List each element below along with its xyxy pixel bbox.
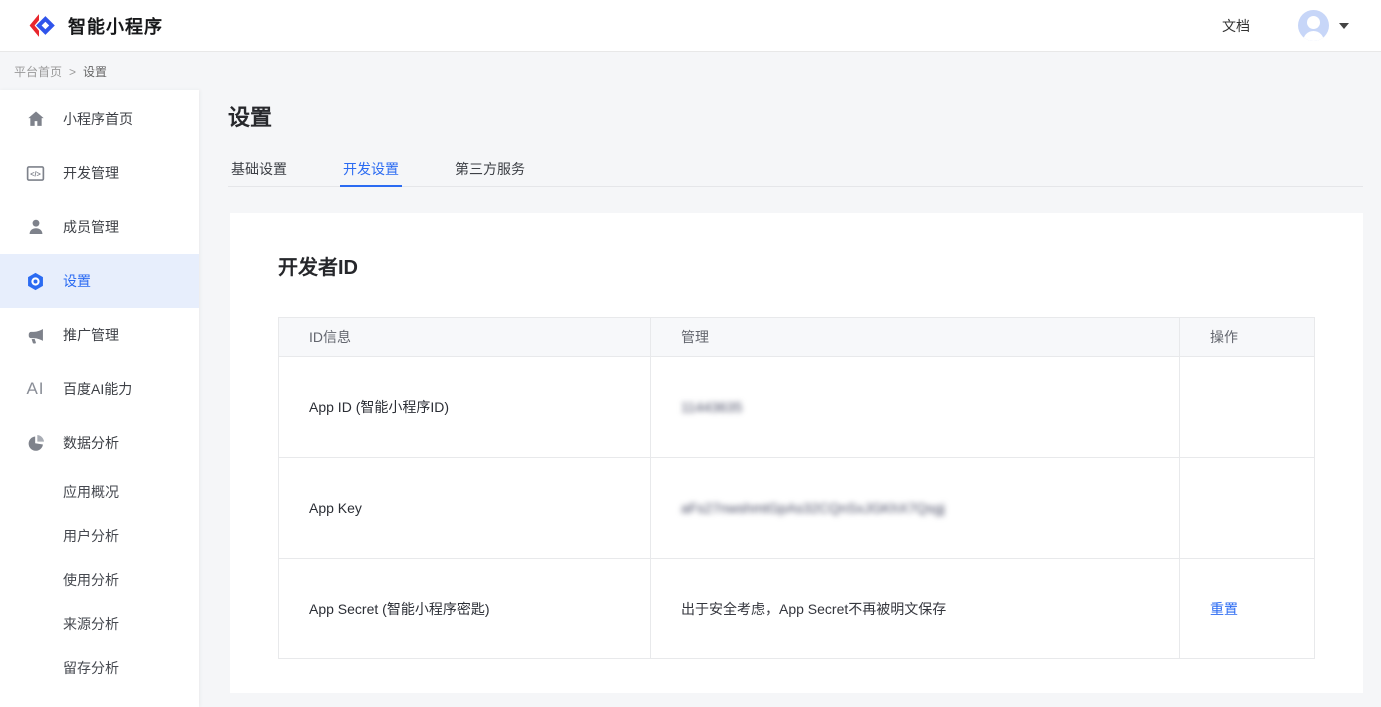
app-id-value-redacted: 11443635 [681,399,742,415]
top-header: 智能小程序 文档 [0,0,1381,52]
sidebar-nav: 小程序首页 </> 开发管理 成员管理 设置 [0,90,199,707]
sidebar-item-label: 设置 [63,271,91,291]
sidebar-item-members[interactable]: 成员管理 [0,200,199,254]
table-row-app-secret: App Secret (智能小程序密匙) 出于安全考虑，App Secret不再… [279,559,1314,658]
app-id-label: App ID (智能小程序ID) [309,397,449,417]
sidebar-item-baidu-ai[interactable]: AI 百度AI能力 [0,362,199,416]
sidebar-subitem-user-analysis[interactable]: 用户分析 [0,514,199,558]
home-icon [25,109,46,130]
breadcrumb-current: 设置 [83,63,107,80]
breadcrumb: 平台首页 > 设置 [0,53,1381,90]
tab-third-party-services[interactable]: 第三方服务 [452,151,528,186]
developer-id-table: ID信息 管理 操作 App ID (智能小程序ID) 11443635 App… [278,317,1315,659]
smartapp-logo-icon [27,12,57,39]
sidebar-item-label: 百度AI能力 [63,379,132,399]
sidebar-item-data-analysis[interactable]: 数据分析 [0,416,199,470]
pie-chart-icon [25,433,46,454]
developer-id-card: 开发者ID ID信息 管理 操作 App ID (智能小程序ID) 114436… [230,213,1363,693]
avatar-bust-shape [1303,31,1324,41]
sidebar-subitem-app-overview[interactable]: 应用概况 [0,470,199,514]
ai-icon: AI [25,379,46,400]
user-avatar[interactable] [1298,10,1329,41]
sidebar-subitem-source-analysis[interactable]: 来源分析 [0,602,199,646]
developer-id-heading: 开发者ID [278,251,358,280]
sidebar-item-home[interactable]: 小程序首页 [0,92,199,146]
app-id-action-cell [1180,357,1314,457]
table-row-app-key: App Key aFs27nwshmtGpAs32CQnSxJGKhX7Qsgj [279,458,1314,559]
chevron-down-icon[interactable] [1339,23,1349,29]
table-row-app-id: App ID (智能小程序ID) 11443635 [279,357,1314,458]
sidebar-item-label: 数据分析 [63,433,119,453]
tab-basic-settings[interactable]: 基础设置 [228,151,290,186]
reset-secret-button[interactable]: 重置 [1210,599,1238,619]
avatar-head-shape [1307,16,1320,29]
megaphone-icon [25,325,46,346]
app-key-value-redacted: aFs27nwshmtGpAs32CQnSxJGKhX7Qsgj [681,500,945,516]
sidebar-item-promotion[interactable]: 推广管理 [0,308,199,362]
table-header-actions: 操作 [1180,318,1314,356]
ai-icon-text: AI [26,379,44,399]
breadcrumb-platform-home[interactable]: 平台首页 [14,63,62,80]
app-secret-note: 出于安全考虑，App Secret不再被明文保存 [681,599,946,619]
app-key-action-cell [1180,458,1314,558]
code-icon: </> [25,163,46,184]
sidebar-item-dev-management[interactable]: </> 开发管理 [0,146,199,200]
brand-logo[interactable]: 智能小程序 [27,12,163,39]
table-header-row: ID信息 管理 操作 [279,318,1314,357]
breadcrumb-separator: > [69,65,76,79]
brand-title: 智能小程序 [68,13,163,39]
sidebar-item-label: 成员管理 [63,217,119,237]
table-header-management: 管理 [651,318,1180,356]
header-right: 文档 [1222,10,1349,41]
table-header-id-info: ID信息 [279,318,651,356]
members-icon [25,217,46,238]
sidebar-subitem-usage-analysis[interactable]: 使用分析 [0,558,199,602]
tab-dev-settings[interactable]: 开发设置 [340,151,402,186]
page-title: 设置 [228,100,272,132]
svg-text:</>: </> [30,169,41,178]
sidebar-item-label: 小程序首页 [63,109,133,129]
sidebar-item-label: 推广管理 [63,325,119,345]
app-key-label: App Key [309,500,362,516]
sidebar-item-label: 开发管理 [63,163,119,183]
settings-gear-icon [25,271,46,292]
settings-tabs: 基础设置 开发设置 第三方服务 [228,151,1363,187]
sidebar-item-settings[interactable]: 设置 [0,254,199,308]
app-secret-label: App Secret (智能小程序密匙) [309,599,489,619]
sidebar-subitem-retention-analysis[interactable]: 留存分析 [0,646,199,690]
docs-link[interactable]: 文档 [1222,16,1250,36]
